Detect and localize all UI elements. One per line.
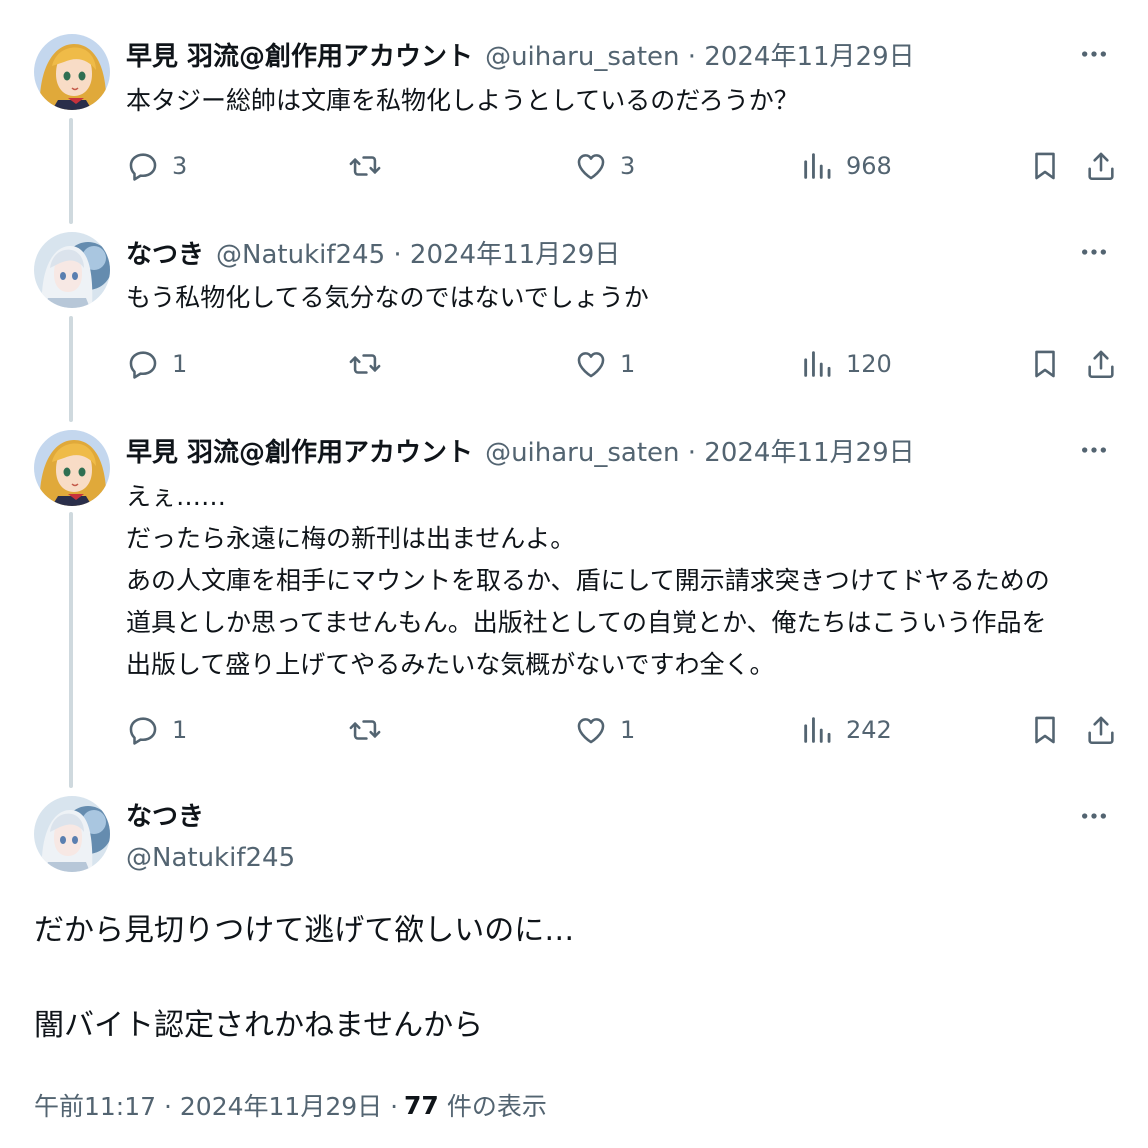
- reply-icon: [126, 347, 160, 381]
- share-button[interactable]: [1084, 144, 1118, 188]
- handle[interactable]: @Natukif245: [126, 838, 295, 878]
- tweet-header: 早見 羽流@創作用アカウント @uiharu_saten · 2024年11月2…: [126, 34, 915, 74]
- tweet-text: えぇ…… だったら永遠に梅の新刊は出ませんよ。 あの人文庫を相手にマウントを取る…: [126, 482, 1050, 679]
- timestamp[interactable]: 午前11:17 · 2024年11月29日 ·: [34, 1087, 398, 1123]
- avatar[interactable]: [34, 34, 110, 110]
- like-button[interactable]: 1: [574, 708, 635, 752]
- reply-count: 1: [172, 716, 188, 744]
- views-button[interactable]: 120: [800, 342, 892, 386]
- reply-button[interactable]: 1: [126, 708, 187, 752]
- like-count: 1: [620, 350, 636, 378]
- more-icon[interactable]: [1074, 430, 1114, 470]
- bookmark-button[interactable]: [1028, 708, 1062, 752]
- retweet-icon: [348, 347, 382, 381]
- main-tweet-text: だから見切りつけて逃げて欲しいのに…: [34, 913, 575, 948]
- views-button[interactable]: 242: [800, 708, 892, 752]
- view-count: 120: [846, 350, 892, 378]
- display-name[interactable]: 早見 羽流@創作用アカウント: [126, 432, 473, 469]
- share-button[interactable]: [1084, 708, 1118, 752]
- avatar-image: [34, 796, 110, 872]
- views-icon: [800, 347, 834, 381]
- reply-count: 1: [172, 350, 188, 378]
- reply-button[interactable]: 3: [126, 144, 187, 188]
- tweet-header: 早見 羽流@創作用アカウント @uiharu_saten · 2024年11月2…: [126, 430, 915, 470]
- reply-icon: [126, 713, 160, 747]
- like-count: 3: [620, 152, 636, 180]
- retweet-button[interactable]: [348, 144, 382, 188]
- retweet-button[interactable]: [348, 708, 382, 752]
- like-icon: [574, 713, 608, 747]
- view-count: 77: [404, 1090, 439, 1120]
- more-icon[interactable]: [1074, 232, 1114, 272]
- view-count: 968: [846, 152, 892, 180]
- tweet-actions: 3 3 968: [126, 144, 1118, 188]
- reply-count: 3: [172, 152, 188, 180]
- retweet-icon: [348, 149, 382, 183]
- like-icon: [574, 347, 608, 381]
- tweet-actions: 1 1 242: [126, 708, 1118, 752]
- handle-and-date[interactable]: @uiharu_saten · 2024年11月29日: [485, 36, 915, 73]
- avatar[interactable]: [34, 232, 110, 308]
- like-button[interactable]: 1: [574, 342, 635, 386]
- avatar-image: [34, 430, 110, 506]
- bookmark-icon: [1028, 347, 1062, 381]
- display-name[interactable]: 早見 羽流@創作用アカウント: [126, 36, 473, 73]
- handle-and-date[interactable]: @uiharu_saten · 2024年11月29日: [485, 432, 915, 469]
- more-icon[interactable]: [1074, 796, 1114, 836]
- tweet-thread: 早見 羽流@創作用アカウント @uiharu_saten · 2024年11月2…: [0, 0, 1148, 1148]
- display-name[interactable]: なつき: [126, 234, 204, 271]
- like-icon: [574, 149, 608, 183]
- bookmark-icon: [1028, 149, 1062, 183]
- display-name[interactable]: なつき: [126, 797, 204, 837]
- view-label: 件の表示: [446, 1092, 547, 1121]
- reply-icon: [126, 149, 160, 183]
- share-icon: [1084, 713, 1118, 747]
- views-button[interactable]: 968: [800, 144, 892, 188]
- bookmark-button[interactable]: [1028, 144, 1062, 188]
- reply-button[interactable]: 1: [126, 342, 187, 386]
- share-icon: [1084, 347, 1118, 381]
- avatar-image: [34, 232, 110, 308]
- bookmark-button[interactable]: [1028, 342, 1062, 386]
- share-icon: [1084, 149, 1118, 183]
- view-count: 242: [846, 716, 892, 744]
- tweet-text: もう私物化してる気分なのではないでしょうか: [126, 283, 649, 312]
- retweet-button[interactable]: [348, 342, 382, 386]
- handle-and-date[interactable]: @Natukif245 · 2024年11月29日: [216, 234, 620, 271]
- avatar[interactable]: [34, 796, 110, 872]
- thread-connector-line: [69, 512, 73, 788]
- bookmark-icon: [1028, 713, 1062, 747]
- retweet-icon: [348, 713, 382, 747]
- main-tweet-text: 闇バイト認定されかねませんから: [34, 1008, 484, 1043]
- views-icon: [800, 149, 834, 183]
- tweet-header: なつき @Natukif245 · 2024年11月29日: [126, 232, 620, 272]
- tweet-actions: 1 1 120: [126, 342, 1118, 386]
- like-count: 1: [620, 716, 636, 744]
- share-button[interactable]: [1084, 342, 1118, 386]
- tweet-text: 本タジー総帥は文庫を私物化しようとしているのだろうか？: [126, 86, 799, 115]
- thread-connector-line: [69, 118, 73, 224]
- views-icon: [800, 713, 834, 747]
- thread-connector-line: [69, 316, 73, 422]
- avatar-image: [34, 34, 110, 110]
- tweet-footer: 午前11:17 · 2024年11月29日 · 77 件の表示: [34, 1083, 547, 1127]
- avatar[interactable]: [34, 430, 110, 506]
- like-button[interactable]: 3: [574, 144, 635, 188]
- more-icon[interactable]: [1074, 34, 1114, 74]
